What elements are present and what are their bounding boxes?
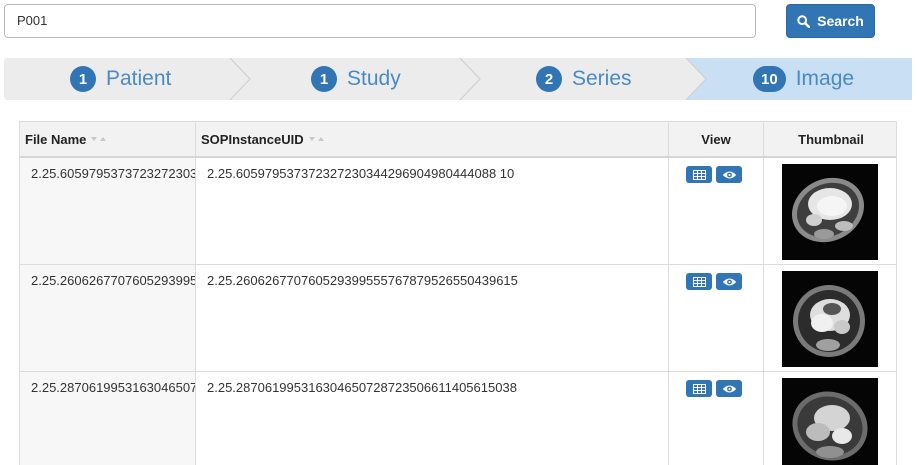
eye-icon bbox=[722, 278, 736, 285]
file-name-text: 2.25.60597953737232723034429690498044408… bbox=[31, 166, 195, 181]
thumbnail-cell bbox=[764, 265, 896, 371]
eye-icon bbox=[722, 171, 736, 178]
table-icon bbox=[692, 276, 706, 287]
sop-uid-text: 2.25.60597953737232723034429690498044408… bbox=[207, 166, 515, 181]
image-table: File Name SOPInstanceUID View Thumbnail … bbox=[19, 121, 897, 465]
sop-uid-cell: 2.25.28706199531630465072872350661140561… bbox=[196, 372, 669, 465]
image-view-button[interactable] bbox=[716, 166, 742, 183]
view-cell bbox=[669, 372, 764, 465]
file-name-cell: 2.25.28706199531630465072872350661140561… bbox=[20, 372, 196, 465]
step-count-badge: 10 bbox=[753, 66, 786, 92]
sort-icon bbox=[308, 137, 324, 141]
table-icon bbox=[692, 383, 706, 394]
thumbnail-cell bbox=[764, 372, 896, 465]
step-series[interactable]: 2 Series bbox=[536, 58, 632, 100]
step-patient[interactable]: 1 Patient bbox=[70, 58, 171, 100]
image-view-button[interactable] bbox=[716, 273, 742, 290]
table-view-button[interactable] bbox=[686, 273, 712, 290]
sop-uid-text: 2.25.26062677076052939955576787952655043… bbox=[207, 273, 518, 288]
step-label: Series bbox=[572, 67, 632, 90]
view-cell bbox=[669, 158, 764, 264]
eye-icon bbox=[722, 385, 736, 392]
step-label: Study bbox=[347, 67, 401, 90]
image-view-button[interactable] bbox=[716, 380, 742, 397]
thumbnail-image[interactable] bbox=[782, 271, 878, 367]
table-row[interactable]: 2.25.26062677076052939955576787952655043… bbox=[20, 265, 896, 372]
step-image[interactable]: 10 Image bbox=[753, 58, 854, 100]
thumbnail-cell bbox=[764, 158, 896, 264]
file-name-cell: 2.25.60597953737232723034429690498044408… bbox=[20, 158, 196, 264]
column-header-view: View bbox=[669, 122, 764, 156]
column-header-thumbnail: Thumbnail bbox=[798, 131, 864, 147]
step-count-badge: 1 bbox=[70, 66, 96, 92]
table-view-button[interactable] bbox=[686, 380, 712, 397]
search-button[interactable]: Search bbox=[786, 4, 875, 38]
sop-uid-text: 2.25.28706199531630465072872350661140561… bbox=[207, 380, 517, 395]
table-view-button[interactable] bbox=[686, 166, 712, 183]
search-button-label: Search bbox=[817, 13, 864, 29]
sop-uid-cell: 2.25.26062677076052939955576787952655043… bbox=[196, 265, 669, 371]
table-header: File Name SOPInstanceUID View Thumbnail bbox=[20, 122, 896, 158]
sort-icon bbox=[91, 137, 107, 141]
view-cell bbox=[669, 265, 764, 371]
column-header-sop-uid[interactable]: SOPInstanceUID bbox=[196, 122, 669, 156]
step-count-badge: 1 bbox=[311, 66, 337, 92]
table-row[interactable]: 2.25.28706199531630465072872350661140561… bbox=[20, 372, 896, 465]
file-name-text: 2.25.28706199531630465072872350661140561… bbox=[31, 380, 195, 395]
table-icon bbox=[692, 169, 706, 180]
step-count-badge: 2 bbox=[536, 66, 562, 92]
step-label: Patient bbox=[106, 67, 172, 90]
step-label: Image bbox=[795, 67, 855, 90]
search-icon bbox=[797, 14, 811, 28]
thumbnail-image[interactable] bbox=[782, 378, 878, 465]
breadcrumb: 1 Patient 1 Study 2 Series 10 Image bbox=[4, 58, 912, 100]
table-row[interactable]: 2.25.60597953737232723034429690498044408… bbox=[20, 158, 896, 265]
column-header-file-name[interactable]: File Name bbox=[20, 122, 196, 156]
search-input[interactable]: P001 bbox=[4, 4, 756, 38]
thumbnail-image[interactable] bbox=[782, 164, 878, 260]
step-study[interactable]: 1 Study bbox=[311, 58, 401, 100]
file-name-cell: 2.25.26062677076052939955576787952655043… bbox=[20, 265, 196, 371]
file-name-text: 2.25.26062677076052939955576787952655043… bbox=[31, 273, 195, 288]
sop-uid-cell: 2.25.60597953737232723034429690498044408… bbox=[196, 158, 669, 264]
